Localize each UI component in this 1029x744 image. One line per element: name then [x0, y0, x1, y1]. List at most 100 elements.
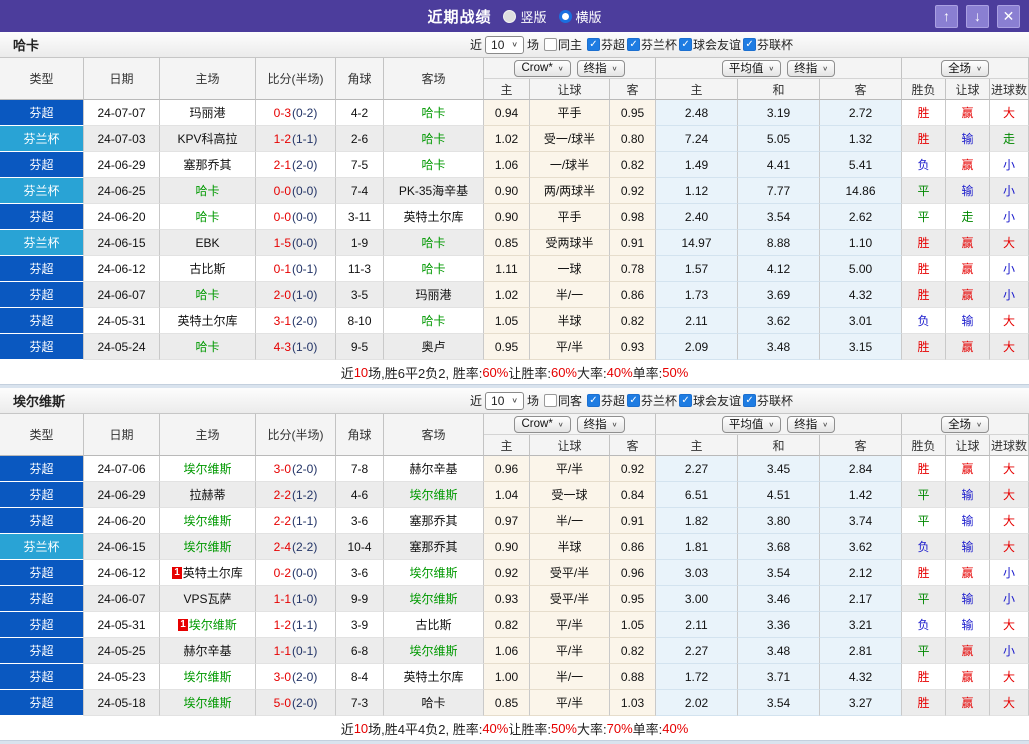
league-filter[interactable]: ✓球会友谊: [679, 392, 741, 409]
halftime-score: (0-1): [292, 262, 317, 276]
away-team-name: 哈卡: [421, 234, 445, 251]
summary-segment: 大率:: [577, 719, 607, 738]
checkbox-checked-icon[interactable]: ✓: [743, 38, 756, 51]
halftime-score: (0-0): [292, 236, 317, 250]
home-team-name: KPV科高拉: [177, 130, 237, 147]
handicap-result: 输: [946, 482, 990, 508]
match-result: 平: [902, 178, 946, 204]
final-odds-select-2[interactable]: 终指∨: [787, 416, 835, 433]
results-selects: 全场∨: [902, 414, 1029, 435]
league-filter[interactable]: ✓芬联杯: [743, 36, 793, 53]
checkbox-checked-icon[interactable]: ✓: [743, 394, 756, 407]
avg-draw-odds: 3.19: [738, 100, 820, 126]
handicap-result: 赢: [946, 560, 990, 586]
summary-segment: 60%: [551, 365, 577, 380]
match-score: 5-0(2-0): [256, 690, 336, 716]
fulltime-score: 1-2: [274, 132, 291, 146]
avg-draw-odds: 3.48: [738, 334, 820, 360]
radio-vertical-layout[interactable]: 竖版: [503, 7, 546, 26]
avg-home-odds: 1.72: [656, 664, 738, 690]
league-filter[interactable]: ✓球会友谊: [679, 36, 741, 53]
goals-result: 大: [990, 534, 1029, 560]
home-team-name: 埃尔维斯: [183, 538, 231, 555]
handicap-result: 输: [946, 612, 990, 638]
handicap-line: 受一球: [530, 482, 610, 508]
summary-segment: 大率:: [577, 363, 607, 382]
fulltime-select[interactable]: 全场∨: [941, 416, 989, 433]
col-score: 比分(半场): [256, 58, 336, 100]
halftime-score: (0-0): [292, 184, 317, 198]
handicap-home-odds: 0.97: [484, 508, 530, 534]
league-filter-label: 芬兰杯: [641, 392, 677, 409]
col-corners: 角球: [336, 58, 384, 100]
final-odds-select-2[interactable]: 终指∨: [787, 60, 835, 77]
league-filter[interactable]: ✓芬联杯: [743, 392, 793, 409]
league-filter[interactable]: ✓芬兰杯: [627, 36, 677, 53]
home-team: 埃尔维斯: [160, 534, 256, 560]
avg-away-odds: 2.17: [820, 586, 902, 612]
checkbox-checked-icon[interactable]: ✓: [587, 394, 600, 407]
matches-table-body: 芬超24-07-07玛丽港0-3(0-2)4-2哈卡0.94平手0.952.48…: [0, 100, 1029, 360]
avg-draw-odds: 3.62: [738, 308, 820, 334]
checkbox-unchecked-icon[interactable]: [544, 394, 557, 407]
checkbox-checked-icon[interactable]: ✓: [627, 38, 640, 51]
corner-score: 4-2: [336, 100, 384, 126]
handicap-home-odds: 1.04: [484, 482, 530, 508]
radio-unselected-icon[interactable]: [503, 10, 516, 23]
radio-selected-icon[interactable]: [559, 10, 572, 23]
home-team-name: VPS瓦萨: [183, 590, 231, 607]
goals-result: 小: [990, 178, 1029, 204]
corner-score: 10-4: [336, 534, 384, 560]
avg-home-odds: 1.12: [656, 178, 738, 204]
away-team: 玛丽港: [384, 282, 484, 308]
bookmaker-select[interactable]: Crow*∨: [514, 416, 570, 433]
avg-home-odds: 2.09: [656, 334, 738, 360]
checkbox-checked-icon[interactable]: ✓: [679, 394, 692, 407]
table-row: 芬超24-05-311埃尔维斯1-2(1-1)3-9古比斯0.82平/半1.05…: [0, 612, 1029, 638]
col-avg-home: 主: [656, 79, 738, 100]
team-name: 哈卡: [0, 35, 39, 54]
match-count-select[interactable]: 10 ∨: [485, 36, 524, 54]
handicap-away-odds: 0.78: [610, 256, 656, 282]
radio-horizontal-layout[interactable]: 横版: [559, 7, 602, 26]
handicap-away-odds: 0.91: [610, 508, 656, 534]
avg-away-odds: 2.62: [820, 204, 902, 230]
league-filter-label: 球会友谊: [693, 392, 741, 409]
league-filter[interactable]: ✓芬超: [587, 392, 625, 409]
final-odds-select[interactable]: 终指∨: [577, 60, 625, 77]
bookmaker-select[interactable]: Crow*∨: [514, 60, 570, 77]
checkbox-unchecked-icon[interactable]: [544, 38, 557, 51]
home-team: 埃尔维斯: [160, 508, 256, 534]
same-venue-filter[interactable]: 同主: [544, 36, 582, 53]
handicap-result: 赢: [946, 282, 990, 308]
average-select[interactable]: 平均值∨: [722, 60, 781, 77]
avg-draw-odds: 8.88: [738, 230, 820, 256]
goals-result: 小: [990, 204, 1029, 230]
checkbox-checked-icon[interactable]: ✓: [679, 38, 692, 51]
move-down-button[interactable]: ↓: [966, 5, 989, 28]
match-count-select[interactable]: 10 ∨: [485, 392, 524, 410]
away-team: 埃尔维斯: [384, 560, 484, 586]
handicap-line: 半/一: [530, 282, 610, 308]
col-home: 主场: [160, 414, 256, 456]
league-filter[interactable]: ✓芬兰杯: [627, 392, 677, 409]
average-select[interactable]: 平均值∨: [722, 416, 781, 433]
checkbox-checked-icon[interactable]: ✓: [627, 394, 640, 407]
fulltime-score: 3-1: [274, 314, 291, 328]
match-date: 24-05-31: [84, 612, 160, 638]
corner-score: 7-3: [336, 690, 384, 716]
avg-away-odds: 2.84: [820, 456, 902, 482]
move-up-button[interactable]: ↑: [935, 5, 958, 28]
league-filter-group: ✓芬超✓芬兰杯✓球会友谊✓芬联杯: [585, 392, 793, 409]
final-odds-select[interactable]: 终指∨: [577, 416, 625, 433]
goals-result: 大: [990, 690, 1029, 716]
goals-result: 小: [990, 152, 1029, 178]
close-button[interactable]: ✕: [997, 5, 1020, 28]
checkbox-checked-icon[interactable]: ✓: [587, 38, 600, 51]
average-odds-group: 平均值∨ 终指∨ 主 和 客: [656, 58, 902, 100]
avg-draw-odds: 3.80: [738, 508, 820, 534]
same-venue-filter[interactable]: 同客: [544, 392, 582, 409]
fulltime-select[interactable]: 全场∨: [941, 60, 989, 77]
handicap-result: 输: [946, 586, 990, 612]
league-filter[interactable]: ✓芬超: [587, 36, 625, 53]
